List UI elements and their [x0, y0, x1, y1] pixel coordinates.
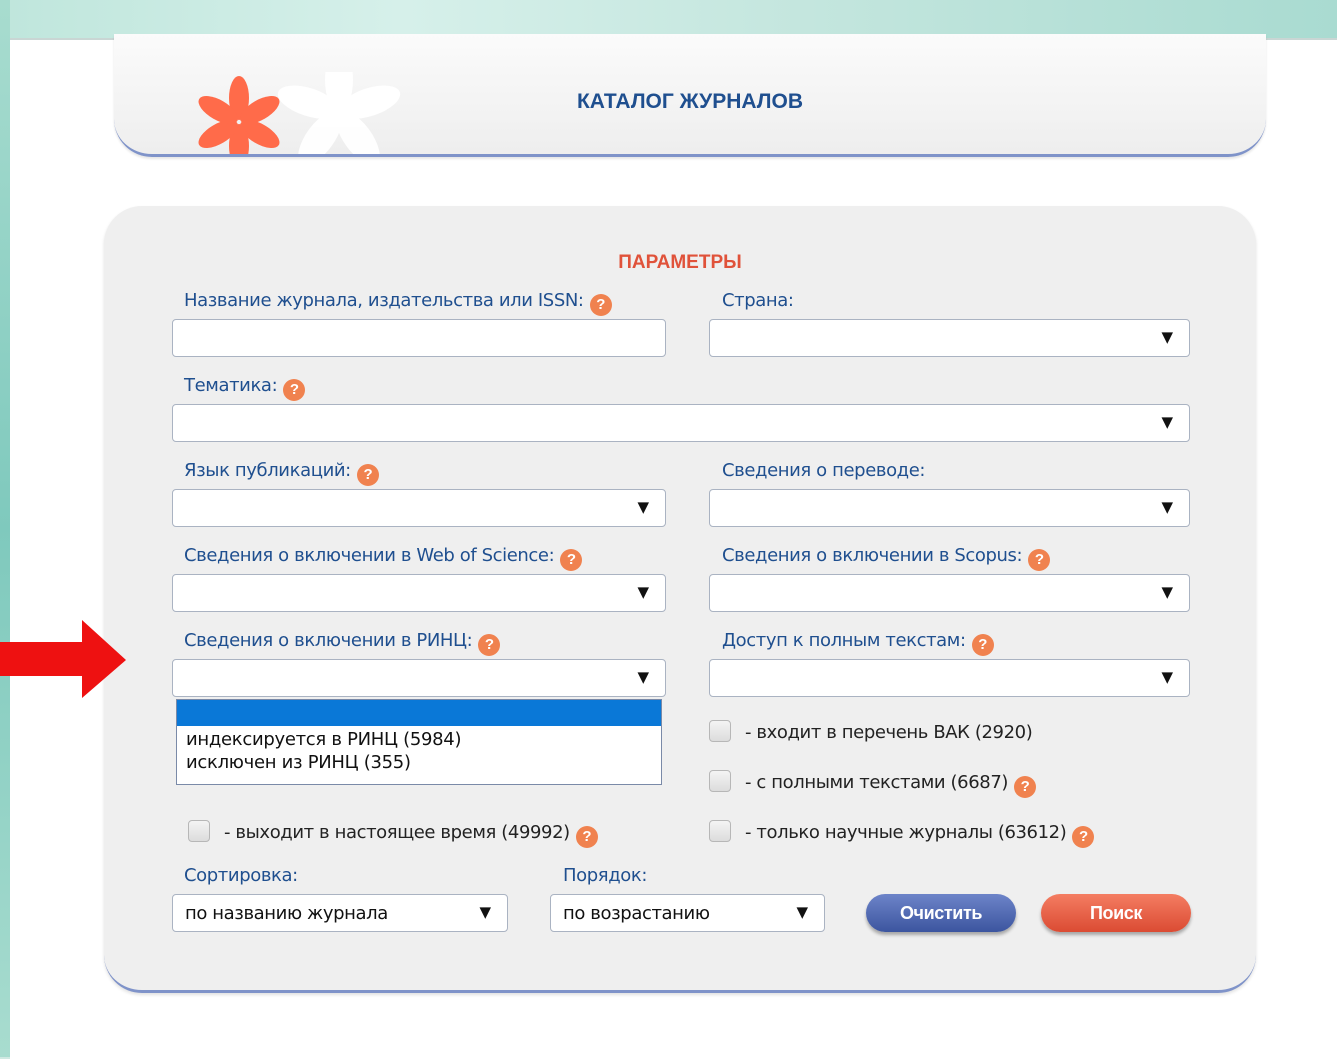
translation-select[interactable]: ▼	[709, 489, 1190, 527]
topic-label: Тематика:?	[184, 375, 306, 401]
dropdown-arrow-icon: ▼	[1161, 668, 1173, 686]
dropdown-arrow-icon: ▼	[1161, 498, 1173, 516]
checkbox-icon[interactable]	[709, 720, 731, 742]
checkbox-icon[interactable]	[709, 820, 731, 842]
header-box: КАТАЛОГ ЖУРНАЛОВ	[114, 34, 1266, 157]
translation-label: Сведения о переводе:	[722, 460, 926, 481]
help-icon[interactable]: ?	[589, 294, 612, 316]
sort-select[interactable]: по названию журнала ▼	[172, 894, 508, 932]
scopus-select[interactable]: ▼	[709, 574, 1190, 612]
asterisk-logo-icon	[198, 72, 401, 154]
clear-button[interactable]: Очистить	[866, 894, 1016, 932]
order-label: Порядок:	[563, 865, 647, 886]
help-icon[interactable]: ?	[1072, 826, 1095, 848]
dropdown-arrow-icon: ▼	[637, 583, 649, 601]
checkbox-fulltexts[interactable]: - с полными текстами (6687)?	[709, 770, 1036, 798]
page-title: КАТАЛОГ ЖУРНАЛОВ	[576, 90, 804, 113]
checkbox-scientific[interactable]: - только научные журналы (63612)?	[709, 820, 1095, 848]
dropdown-arrow-icon: ▼	[479, 903, 491, 921]
topic-select[interactable]: ▼	[172, 404, 1190, 442]
parameters-title: ПАРАМЕТРЫ	[618, 252, 742, 273]
dropdown-arrow-icon: ▼	[1161, 413, 1173, 431]
language-label: Язык публикаций:?	[184, 460, 379, 486]
checkbox-current[interactable]: - выходит в настоящее время (49992)?	[188, 820, 598, 848]
journal-name-input[interactable]	[172, 319, 666, 357]
dropdown-arrow-icon: ▼	[637, 668, 649, 686]
fulltext-access-select[interactable]: ▼	[709, 659, 1190, 697]
dropdown-arrow-icon: ▼	[1161, 328, 1173, 346]
rinc-dropdown-list[interactable]: индексируется в РИНЦ (5984) исключен из …	[176, 699, 662, 785]
search-button[interactable]: Поиск	[1041, 894, 1191, 932]
help-icon[interactable]: ?	[478, 634, 501, 656]
checkbox-icon[interactable]	[188, 820, 210, 842]
journal-name-label: Название журнала, издательства или ISSN:…	[184, 290, 612, 316]
help-icon[interactable]: ?	[1014, 776, 1036, 798]
dropdown-arrow-icon: ▼	[1161, 583, 1173, 601]
fulltext-access-label: Доступ к полным текстам:?	[722, 630, 994, 656]
background-left	[0, 0, 10, 1057]
help-icon[interactable]: ?	[1028, 549, 1051, 571]
rinc-label: Сведения о включении в РИНЦ:?	[184, 630, 501, 656]
checkbox-icon[interactable]	[709, 770, 731, 792]
help-icon[interactable]: ?	[356, 464, 379, 486]
country-select[interactable]: ▼	[709, 319, 1190, 357]
dropdown-option-empty-selected[interactable]	[177, 700, 661, 726]
dropdown-arrow-icon: ▼	[796, 903, 808, 921]
help-icon[interactable]: ?	[971, 634, 994, 656]
language-select[interactable]: ▼	[172, 489, 666, 527]
help-icon[interactable]: ?	[560, 549, 583, 571]
country-label: Страна:	[722, 290, 794, 311]
help-icon[interactable]: ?	[283, 379, 306, 401]
dropdown-arrow-icon: ▼	[637, 498, 649, 516]
wos-select[interactable]: ▼	[172, 574, 666, 612]
red-arrow-icon	[0, 620, 126, 698]
scopus-label: Сведения о включении в Scopus:?	[722, 545, 1051, 571]
order-select[interactable]: по возрастанию ▼	[550, 894, 825, 932]
sort-label: Сортировка:	[184, 865, 298, 886]
wos-label: Сведения о включении в Web of Science:?	[184, 545, 583, 571]
help-icon[interactable]: ?	[575, 826, 598, 848]
dropdown-option[interactable]: исключен из РИНЦ (355)	[177, 749, 661, 776]
checkbox-vak[interactable]: - входит в перечень ВАК (2920)	[709, 720, 1033, 743]
rinc-select[interactable]: ▼	[172, 659, 666, 697]
